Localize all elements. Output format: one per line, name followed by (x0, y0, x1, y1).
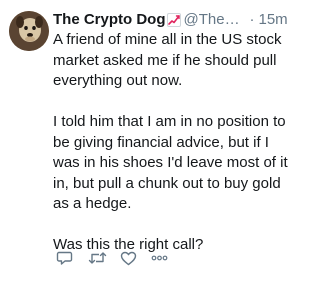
reply-icon (56, 250, 73, 266)
more-icon (151, 255, 168, 261)
like-icon (120, 251, 137, 266)
tweet-paragraph: I told him that I am in no position to b… (53, 113, 288, 212)
tweet-actions (55, 248, 179, 268)
reply-button[interactable] (55, 249, 73, 267)
tweet-card: The Crypto Dog @TheC... · 15m A friend o… (0, 0, 300, 290)
tweet-paragraph: A friend of mine all in the US stock mar… (53, 31, 282, 89)
author-name[interactable]: The Crypto Dog (53, 11, 166, 28)
like-button[interactable] (119, 249, 137, 267)
tweet-text: A friend of mine all in the US stock mar… (53, 30, 297, 256)
header-separator: · (249, 10, 255, 28)
author-handle[interactable]: @TheC... (184, 11, 246, 28)
more-options-button[interactable] (150, 249, 168, 267)
tweet-timestamp[interactable]: 15m (259, 11, 288, 28)
retweet-icon (88, 251, 107, 265)
chart-increasing-emoji-icon (166, 13, 181, 27)
tweet-header: The Crypto Dog @TheC... · 15m (53, 8, 298, 30)
dog-avatar-image (9, 11, 49, 51)
avatar[interactable] (9, 11, 49, 51)
retweet-button[interactable] (88, 249, 106, 267)
